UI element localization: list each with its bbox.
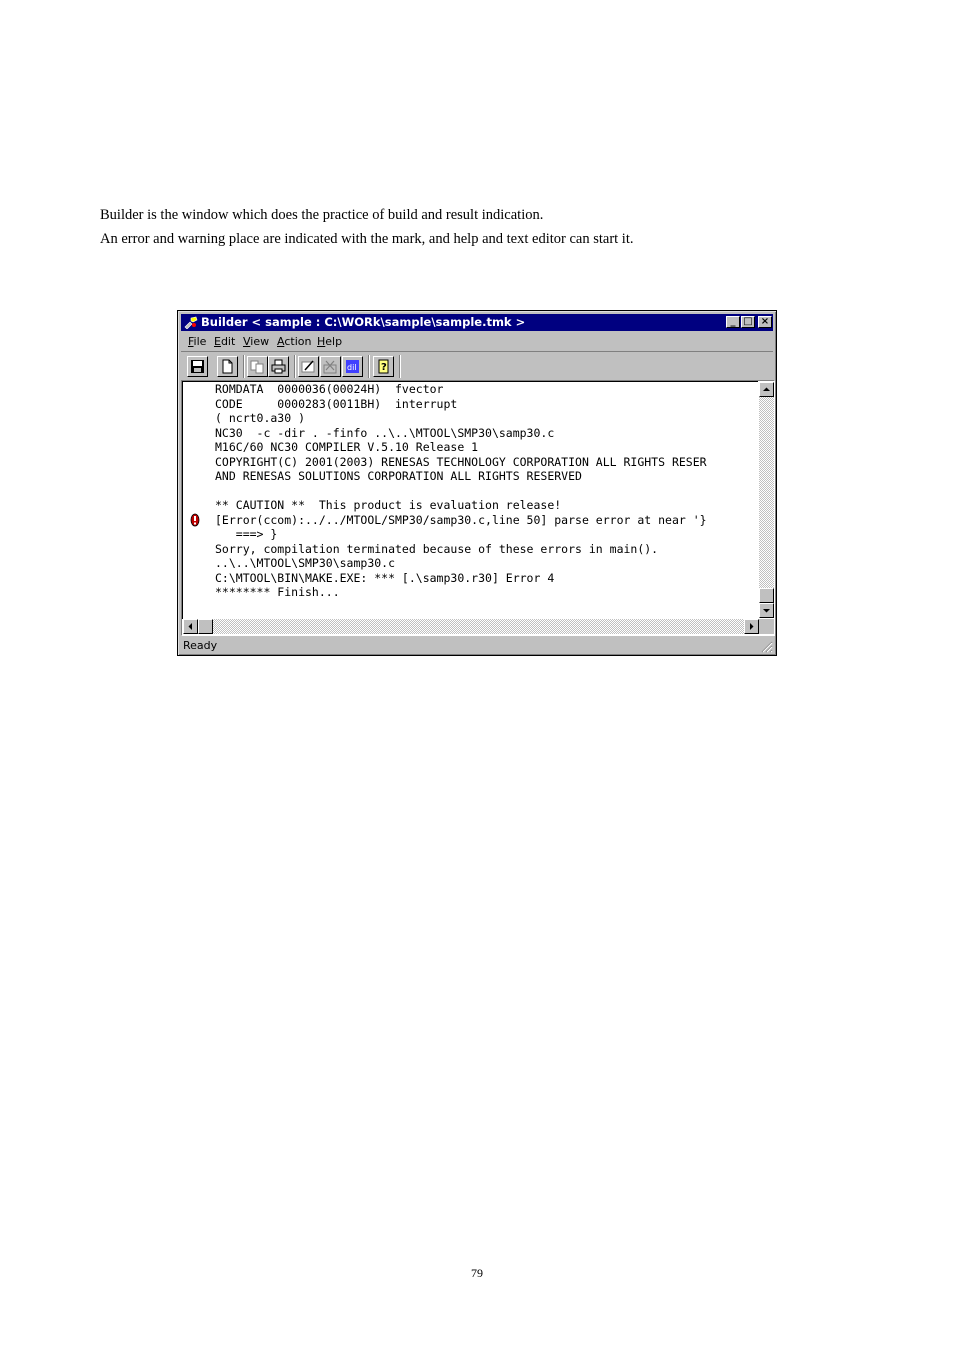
menu-help[interactable]: Help	[317, 333, 342, 351]
new-button[interactable]	[217, 356, 238, 377]
builder-window: Builder < sample : C:\WORk\sample\sample…	[177, 310, 777, 656]
output-line: ..\..\MTOOL\SMP30\samp30.c	[215, 556, 396, 570]
output-line: NC30 -c -dir . -finfo ..\..\MTOOL\SMP30\…	[215, 425, 555, 440]
build-output-text: ROMDATA 0000036(00024H) fvector CODE 000…	[182, 381, 758, 619]
close-button[interactable]: ×	[758, 316, 772, 328]
output-line: ( ncrt0.a30 )	[215, 411, 306, 425]
maximize-button[interactable]: □	[741, 316, 755, 328]
toolbar-separator	[399, 355, 401, 378]
scroll-left-button[interactable]	[183, 619, 198, 634]
scroll-up-button[interactable]	[759, 382, 774, 397]
edit-button[interactable]	[298, 356, 319, 377]
save-button[interactable]	[187, 356, 208, 377]
status-text: Ready	[183, 639, 218, 652]
resize-grip-icon[interactable]	[761, 641, 773, 653]
minimize-button[interactable]: _	[726, 316, 740, 328]
output-line-error[interactable]: [Error(ccom):../../MTOOL/SMP30/samp30.c,…	[215, 513, 707, 527]
new-file-icon	[222, 359, 233, 374]
print-icon	[271, 359, 286, 374]
output-line: ** CAUTION ** This product is evaluation…	[215, 498, 562, 512]
arrow-right-icon	[750, 623, 754, 630]
toolbar-separator	[368, 355, 370, 378]
copy-button[interactable]	[247, 356, 268, 377]
print-button[interactable]	[268, 356, 289, 377]
output-line: AND RENESAS SOLUTIONS CORPORATION ALL RI…	[215, 469, 582, 483]
output-line: C:\MTOOL\BIN\MAKE.EXE: *** [.\samp30.r30…	[215, 570, 555, 585]
arrow-left-icon	[188, 623, 192, 630]
toolbar-separator	[294, 355, 296, 378]
output-line: ===> }	[215, 527, 278, 541]
output-line: COPYRIGHT(C) 2001(2003) RENESAS TECHNOLO…	[215, 454, 707, 469]
toolbar: dil ?	[181, 351, 773, 381]
horizontal-scrollbar[interactable]	[183, 619, 759, 634]
clear-icon	[323, 360, 337, 374]
edit-icon	[301, 360, 315, 373]
save-icon	[191, 360, 204, 373]
output-line: CODE 0000283(0011BH) interrupt	[215, 396, 458, 411]
status-bar: Ready	[181, 637, 775, 654]
menu-view[interactable]: View	[243, 333, 269, 351]
window-title: Builder < sample : C:\WORk\sample\sample…	[201, 315, 526, 329]
svg-text:?: ?	[381, 362, 387, 373]
help-icon: ?	[378, 359, 389, 374]
find-icon: dil	[346, 360, 359, 373]
horizontal-scroll-thumb[interactable]	[198, 619, 213, 634]
error-mark-icon[interactable]	[190, 513, 200, 527]
arrow-up-icon	[763, 387, 770, 391]
builder-app-icon	[184, 316, 198, 329]
menu-edit[interactable]: Edit	[214, 333, 235, 351]
title-bar[interactable]: Builder < sample : C:\WORk\sample\sample…	[181, 314, 773, 331]
build-output-pane[interactable]: ROMDATA 0000036(00024H) fvector CODE 000…	[181, 380, 775, 636]
output-line: ******** Finish...	[215, 585, 340, 599]
help-button[interactable]: ?	[373, 356, 394, 377]
intro-paragraph-2: An error and warning place are indicated…	[100, 231, 634, 247]
scroll-right-button[interactable]	[744, 619, 759, 634]
clear-button[interactable]	[320, 356, 341, 377]
svg-text:dil: dil	[347, 363, 357, 372]
intro-paragraph-1: Builder is the window which does the pra…	[100, 207, 544, 223]
output-line: M16C/60 NC30 COMPILER V.5.10 Release 1	[215, 440, 479, 454]
arrow-down-icon	[763, 609, 770, 613]
menu-action[interactable]: Action	[277, 333, 311, 351]
menu-file[interactable]: File	[188, 333, 206, 351]
vertical-scrollbar[interactable]	[759, 382, 774, 618]
output-line: Sorry, compilation terminated because of…	[215, 541, 659, 556]
find-button[interactable]: dil	[342, 356, 363, 377]
scroll-thumb[interactable]	[759, 588, 774, 603]
scroll-down-button[interactable]	[759, 603, 774, 618]
copy-icon	[250, 360, 264, 374]
scrollbar-corner	[759, 619, 774, 634]
page-number: 79	[471, 1266, 483, 1280]
toolbar-separator	[243, 355, 245, 378]
output-line: ROMDATA 0000036(00024H) fvector	[215, 382, 444, 396]
